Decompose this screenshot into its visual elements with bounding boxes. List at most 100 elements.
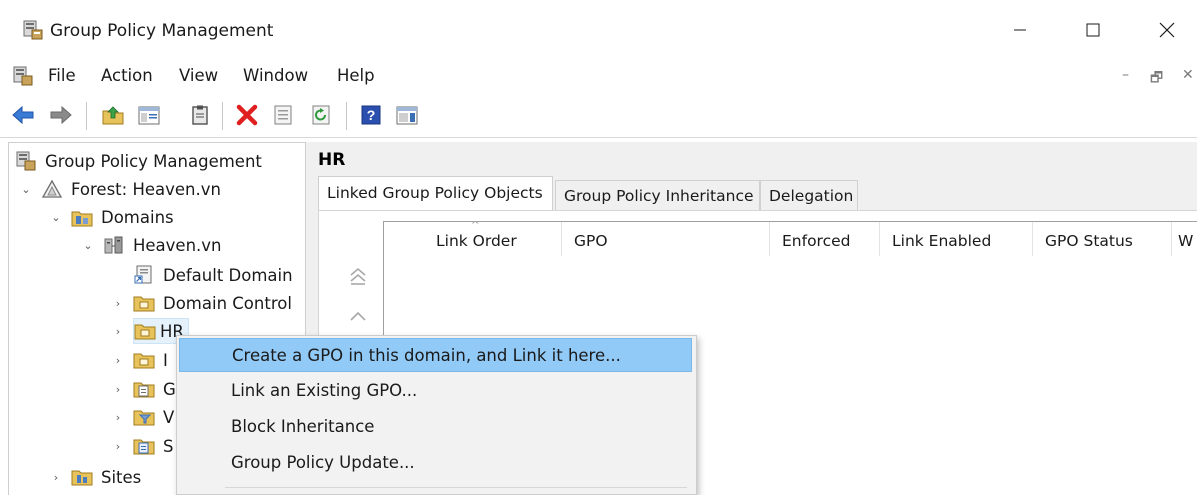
chevron-right-icon[interactable]: › <box>111 440 125 453</box>
menu-item-block-inheritance[interactable]: Block Inheritance <box>179 410 692 444</box>
gpo-link-icon <box>133 265 155 285</box>
domains-folder-icon <box>71 207 93 227</box>
column-header-link-enabled[interactable]: Link Enabled <box>880 222 1033 256</box>
menu-item-create-gpo-and-link[interactable]: Create a GPO in this domain, and Link it… <box>179 338 692 372</box>
title-bar: Group Policy Management <box>0 0 1197 60</box>
tree-item-default-domain-policy[interactable]: Default Domain <box>111 261 293 289</box>
wmi-filters-icon <box>133 407 155 427</box>
help-icon: ? <box>360 104 382 130</box>
mdi-minimize-button[interactable]: – <box>1122 67 1129 83</box>
chevron-down-icon[interactable]: ⌄ <box>19 183 33 196</box>
move-top-icon <box>348 266 368 290</box>
minimize-button[interactable] <box>1000 12 1040 52</box>
menu-action[interactable]: Action <box>101 66 153 85</box>
ou-folder-icon <box>133 350 155 370</box>
tree-item-heaven-vn[interactable]: ⌄ Heaven.vn <box>81 231 222 259</box>
menu-file[interactable]: File <box>48 66 76 85</box>
help-button[interactable]: ? <box>358 104 384 130</box>
tree-item-domains[interactable]: ⌄ Domains <box>49 203 174 231</box>
starter-gpo-icon <box>133 436 155 456</box>
tree-item-label: I <box>163 350 168 370</box>
copy-button[interactable] <box>187 104 213 130</box>
menu-help[interactable]: Help <box>337 66 375 85</box>
show-hide-action-pane-button[interactable] <box>394 104 420 130</box>
back-button[interactable] <box>10 104 36 130</box>
tab-delegation[interactable]: Delegation <box>760 180 858 210</box>
mdi-close-button[interactable]: ✕ <box>1182 67 1194 83</box>
tree-item-group-policy-objects[interactable]: › G <box>111 375 176 403</box>
domain-icon <box>103 235 125 255</box>
maximize-button[interactable] <box>1073 12 1113 52</box>
tree-item-domain-controllers[interactable]: › Domain Control <box>111 289 292 317</box>
maximize-icon <box>1085 22 1101 42</box>
tab-linked-gpos[interactable]: Linked Group Policy Objects <box>318 176 553 210</box>
up-one-level-button[interactable] <box>100 104 126 130</box>
tree-item-wmi-filters[interactable]: › V <box>111 403 175 431</box>
chevron-right-icon[interactable]: › <box>49 471 63 484</box>
chevron-right-icon[interactable]: › <box>111 297 125 310</box>
menu-item-group-policy-update[interactable]: Group Policy Update... <box>179 446 692 480</box>
console-menu-icon[interactable] <box>12 65 34 91</box>
tree-item-label: G <box>163 379 176 399</box>
column-header-gpo[interactable]: GPO <box>562 222 770 256</box>
svg-text:?: ? <box>367 107 376 123</box>
gpm-console-icon <box>22 19 44 45</box>
close-button[interactable] <box>1147 12 1187 52</box>
menu-window[interactable]: Window <box>243 66 308 85</box>
toolbar-separator <box>86 102 87 130</box>
chevron-right-icon[interactable]: › <box>111 325 125 338</box>
column-header-wmi-filter[interactable]: W <box>1172 222 1197 256</box>
tree-item-label: Domain Control <box>163 293 292 313</box>
toolbar: ? <box>0 94 1197 138</box>
refresh-button[interactable] <box>308 104 334 130</box>
tree-item-i[interactable]: › I <box>111 346 168 374</box>
chevron-right-icon[interactable]: › <box>111 411 125 424</box>
forest-icon <box>41 179 63 199</box>
column-header-link-order[interactable]: ^ Link Order <box>384 222 562 256</box>
tree-item-sites[interactable]: › Sites <box>49 463 141 491</box>
properties-icon <box>272 104 294 130</box>
sites-folder-icon <box>71 467 93 487</box>
show-hide-tree-button[interactable] <box>136 104 162 130</box>
move-to-top-button[interactable] <box>347 267 369 289</box>
delete-icon <box>235 103 259 131</box>
column-header-gpo-status[interactable]: GPO Status <box>1033 222 1172 256</box>
refresh-icon <box>310 104 332 130</box>
tree-item-gpm-root[interactable]: Group Policy Management <box>15 147 262 175</box>
action-pane-icon <box>395 104 419 130</box>
tree-item-starter-gpos[interactable]: › S <box>111 432 174 460</box>
tree-item-label: S <box>163 436 174 456</box>
delete-button[interactable] <box>234 104 260 130</box>
show-hide-tree-icon <box>137 104 161 130</box>
properties-button[interactable] <box>270 104 296 130</box>
minimize-icon <box>1012 22 1028 42</box>
move-up-button[interactable] <box>347 307 369 329</box>
menu-bar: File Action View Window Help – 🗗 ✕ <box>0 60 1197 94</box>
tree-item-label: Forest: Heaven.vn <box>71 179 221 199</box>
back-arrow-icon <box>11 105 35 129</box>
tree-item-label: Heaven.vn <box>133 235 222 255</box>
chevron-right-icon[interactable]: › <box>111 383 125 396</box>
column-header-enforced[interactable]: Enforced <box>770 222 880 256</box>
ou-folder-icon <box>134 321 156 341</box>
tree-item-label: V <box>163 407 175 427</box>
tree-item-label: Default Domain <box>163 265 293 285</box>
tree-item-label: Sites <box>101 467 142 487</box>
forward-button[interactable] <box>48 104 74 130</box>
window-title: Group Policy Management <box>50 21 274 41</box>
up-folder-icon <box>101 104 125 130</box>
context-menu: Create a GPO in this domain, and Link it… <box>176 335 697 495</box>
tree-item-forest[interactable]: ⌄ Forest: Heaven.vn <box>19 175 221 203</box>
tree-item-label: Group Policy Management <box>45 151 262 171</box>
chevron-down-icon[interactable]: ⌄ <box>81 239 95 252</box>
column-label: Link Order <box>436 232 517 250</box>
mdi-restore-button[interactable]: 🗗 <box>1150 67 1163 91</box>
chevron-right-icon[interactable]: › <box>111 354 125 367</box>
menu-item-link-existing-gpo[interactable]: Link an Existing GPO... <box>179 374 692 408</box>
ou-folder-icon <box>133 293 155 313</box>
toolbar-separator <box>346 102 347 130</box>
menu-view[interactable]: View <box>179 66 218 85</box>
tab-gp-inheritance[interactable]: Group Policy Inheritance <box>555 180 760 210</box>
chevron-down-icon[interactable]: ⌄ <box>49 211 63 224</box>
toolbar-separator <box>222 102 223 130</box>
